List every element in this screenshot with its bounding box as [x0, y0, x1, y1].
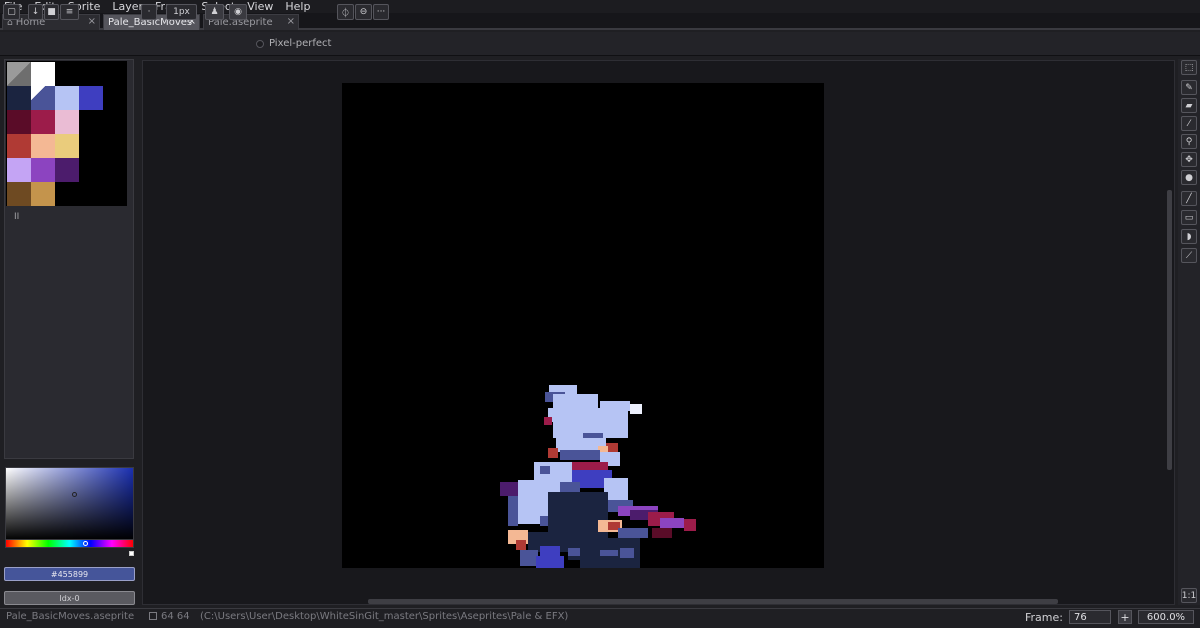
sprite-pixel-block	[548, 448, 558, 458]
move-icon[interactable]: ✥	[1181, 152, 1197, 167]
foreground-color-button[interactable]: #455899	[4, 567, 135, 581]
sprite-pixel-block	[548, 492, 608, 512]
save-palette-icon[interactable]: ■	[44, 4, 59, 20]
close-icon[interactable]: ×	[88, 16, 96, 27]
palette-swatch[interactable]	[7, 134, 31, 158]
frame-label: Frame:	[1025, 611, 1063, 624]
vertical-scrollbar[interactable]	[1167, 190, 1172, 470]
status-path: (C:\Users\User\Desktop\WhiteSinGit_maste…	[200, 611, 569, 622]
background-color-button[interactable]: Idx-0	[4, 591, 135, 605]
color-spectrum[interactable]	[5, 467, 134, 541]
sprite-pixel-block	[560, 450, 600, 460]
ink-icon[interactable]: ♟	[205, 4, 224, 20]
paint-bucket-icon[interactable]: ●	[1181, 170, 1197, 185]
sprite-pixel-block	[570, 462, 608, 470]
palette-resize-grip[interactable]: II	[14, 212, 19, 222]
palette-swatch[interactable]	[7, 62, 31, 86]
frame-input[interactable]: 76	[1069, 610, 1111, 624]
sprite-pixel-block	[652, 528, 672, 538]
smudge-icon[interactable]: ⟋	[1181, 248, 1197, 263]
marquee-icon[interactable]: ⬚	[1181, 60, 1197, 75]
palette-swatch[interactable]	[31, 182, 55, 206]
menu-view[interactable]: View	[247, 0, 273, 13]
sprite-pixel-block	[544, 417, 552, 425]
palette-swatch[interactable]	[7, 158, 31, 182]
sort-down-icon[interactable]: ↓	[28, 4, 43, 20]
hue-slider[interactable]	[5, 539, 134, 548]
symmetry-horizontal-icon[interactable]: ⊖	[355, 4, 372, 20]
palette-swatch[interactable]	[55, 110, 79, 134]
palette-swatch[interactable]	[7, 86, 31, 110]
brush-size-field[interactable]: 1px	[166, 4, 197, 20]
eraser-icon[interactable]: ▰	[1181, 98, 1197, 113]
palette-swatch[interactable]	[31, 110, 55, 134]
sprite-pixel-block	[684, 519, 696, 531]
sprite-canvas[interactable]	[342, 83, 824, 568]
sprite-pixel-block	[553, 394, 598, 408]
palette-swatch[interactable]	[7, 182, 31, 206]
hue-cursor[interactable]	[83, 541, 88, 546]
lock-icon[interactable]: ▢	[3, 4, 20, 20]
eyedropper-icon[interactable]: ⁄	[1181, 116, 1197, 131]
lasso-icon[interactable]: ◗	[1181, 229, 1197, 244]
brush-type-icon[interactable]: ·	[141, 4, 157, 20]
sprite-pixel-block	[620, 548, 634, 558]
context-toolbar	[0, 32, 1200, 56]
sprite-pixel-block	[516, 540, 526, 550]
palette-swatch[interactable]	[31, 62, 55, 86]
zoom-icon[interactable]: ⚲	[1181, 134, 1197, 149]
sprite-pixel-block	[618, 528, 648, 538]
canvas-size-icon	[149, 612, 157, 620]
palette-swatch[interactable]	[79, 86, 103, 110]
sprite-pixel-block	[660, 518, 684, 528]
sprite-pixel-block	[536, 556, 564, 568]
menu-layer[interactable]: Layer	[112, 0, 143, 13]
palette-swatch[interactable]	[31, 86, 55, 110]
palette-swatch[interactable]	[55, 86, 79, 110]
sprite-pixel-block	[560, 482, 580, 492]
alpha-cursor[interactable]	[129, 551, 134, 556]
pixel-perfect-label: Pixel-perfect	[269, 38, 332, 49]
menu-help[interactable]: Help	[285, 0, 310, 13]
fullscreen-icon[interactable]: 1:1	[1181, 588, 1197, 603]
pencil-icon[interactable]: ✎	[1181, 80, 1197, 95]
palette-swatch[interactable]	[31, 158, 55, 182]
palette-swatch[interactable]	[55, 158, 79, 182]
palette-swatch[interactable]	[55, 134, 79, 158]
status-dimensions: 64 64	[161, 611, 190, 622]
palette-swatch[interactable]	[7, 110, 31, 134]
symmetry-vertical-icon[interactable]: ⏀	[337, 4, 354, 20]
pixel-perfect-checkbox[interactable]	[256, 40, 264, 48]
sprite-pixel-block	[568, 548, 580, 556]
horizontal-scrollbar[interactable]	[368, 599, 1058, 604]
sprite-pixel-block	[630, 404, 642, 414]
palette-menu-icon[interactable]: ≡	[60, 4, 79, 20]
close-icon[interactable]: ×	[287, 16, 295, 27]
more-options-button[interactable]: ···	[373, 4, 389, 20]
sprite-pixel-block	[508, 496, 518, 526]
line-icon[interactable]: ╱	[1181, 191, 1197, 206]
add-frame-button[interactable]: +	[1118, 610, 1132, 624]
opacity-icon[interactable]: ◉	[229, 4, 247, 20]
rectangle-icon[interactable]: ▭	[1181, 210, 1197, 225]
sprite-pixel-block	[540, 466, 550, 474]
palette-swatch[interactable]	[31, 134, 55, 158]
spectrum-cursor[interactable]	[72, 492, 77, 497]
status-filename: Pale_BasicMoves.aseprite	[6, 611, 135, 622]
zoom-field[interactable]: 600.0%	[1138, 610, 1194, 624]
